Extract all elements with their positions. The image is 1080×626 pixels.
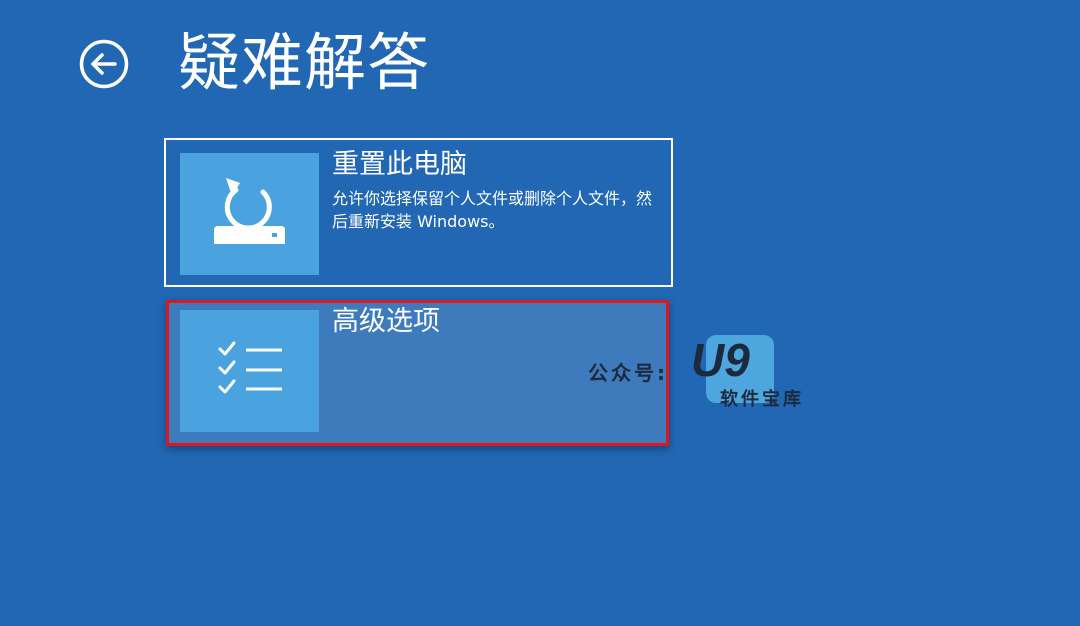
watermark: 公众号: U9 软件宝库	[588, 330, 828, 410]
back-arrow-circle-icon	[78, 38, 130, 90]
reset-pc-title: 重置此电脑	[332, 149, 467, 180]
watermark-prefix: 公众号:	[588, 361, 668, 385]
page-title: 疑难解答	[178, 26, 431, 99]
reset-pc-description: 允许你选择保留个人文件或删除个人文件，然后重新安装 Windows。	[332, 189, 653, 231]
reset-pc-icon-box	[180, 153, 319, 275]
reset-pc-option[interactable]: 重置此电脑 允许你选择保留个人文件或删除个人文件，然后重新安装 Windows。	[164, 138, 673, 287]
watermark-logo: U9	[691, 334, 750, 386]
back-button[interactable]	[78, 38, 130, 90]
watermark-subtitle: 软件宝库	[720, 389, 804, 410]
advanced-options-title: 高级选项	[332, 306, 440, 337]
advanced-options-icon-box	[180, 310, 319, 432]
